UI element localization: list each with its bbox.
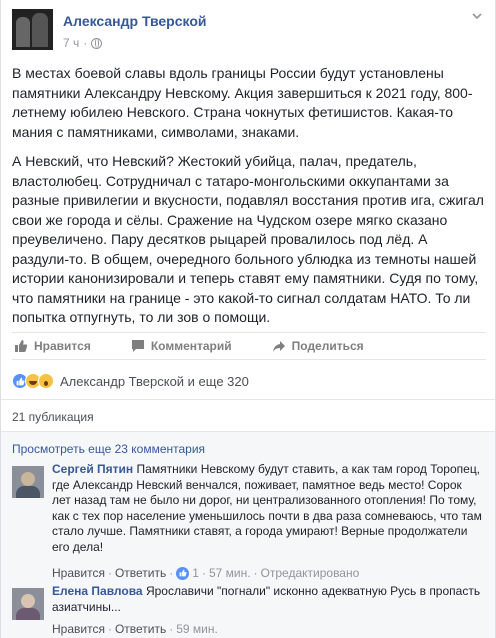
share-label: Поделиться	[291, 339, 364, 353]
shares-row: 21 публикация	[1, 399, 495, 432]
post-time[interactable]: 7 ч	[63, 36, 79, 50]
commenter-avatar[interactable]	[12, 466, 44, 498]
wow-reaction-icon	[38, 373, 54, 389]
comment-like-link[interactable]: Нравится	[52, 622, 105, 636]
commenter-avatar[interactable]	[12, 588, 44, 620]
comment-time[interactable]: 59 мин.	[176, 622, 218, 636]
post-actions: Нравится Комментарий Поделиться	[12, 332, 486, 360]
author-avatar[interactable]	[12, 9, 53, 50]
comment-like-count[interactable]: 1	[192, 566, 199, 580]
comment-edited[interactable]: Отредактировано	[261, 566, 360, 580]
reactions-text[interactable]: Александр Тверской и еще 320	[60, 374, 249, 389]
comments-section: Просмотреть еще 23 комментария Сергей Пя…	[1, 432, 495, 638]
commenter-name[interactable]: Елена Павлова	[52, 584, 143, 598]
comment-like-link[interactable]: Нравится	[52, 566, 105, 580]
like-count-icon	[176, 566, 190, 580]
comment-text: Сергей Пятин Памятники Невскому будут ст…	[52, 462, 482, 555]
comment-text: Елена Павлова Ярославичи "погнали" искон…	[52, 584, 482, 615]
comment-reply-link[interactable]: Ответить	[115, 622, 166, 636]
post-header: Александр Тверской 7 ч ·	[12, 9, 482, 53]
globe-icon	[91, 37, 103, 49]
thumbs-up-icon	[14, 339, 28, 353]
shares-count[interactable]: 21 публикация	[12, 410, 94, 424]
commenter-name[interactable]: Сергей Пятин	[52, 462, 133, 476]
comment-actions: Нравится · Ответить · 1 · 57 мин. · Отре…	[52, 566, 360, 580]
like-button[interactable]: Нравится	[14, 339, 91, 353]
author-name[interactable]: Александр Тверской	[63, 13, 207, 29]
meta-separator: ·	[83, 36, 88, 50]
chevron-down-icon[interactable]	[472, 11, 482, 21]
share-icon	[272, 339, 286, 353]
post-meta: 7 ч ·	[63, 36, 103, 50]
comment-actions: Нравится · Ответить · 59 мин.	[52, 622, 218, 636]
post-body: В местах боевой славы вдоль границы Росс…	[12, 64, 486, 338]
view-more-comments-link[interactable]: Просмотреть еще 23 комментария	[12, 442, 205, 456]
post-paragraph: В местах боевой славы вдоль границы Росс…	[12, 65, 473, 140]
comment-time[interactable]: 57 мин.	[209, 566, 251, 580]
reactions-summary[interactable]: Александр Тверской и еще 320	[12, 370, 249, 392]
like-label: Нравится	[34, 339, 91, 353]
share-button[interactable]: Поделиться	[272, 339, 364, 353]
comment-button[interactable]: Комментарий	[131, 339, 232, 353]
post-paragraph: А Невский, что Невский? Жестокий убийца,…	[12, 153, 484, 325]
comment-reply-link[interactable]: Ответить	[115, 566, 166, 580]
post-card: Александр Тверской 7 ч · В местах боевой…	[0, 0, 496, 638]
comment-label: Комментарий	[150, 339, 232, 353]
comment-icon	[131, 339, 145, 353]
